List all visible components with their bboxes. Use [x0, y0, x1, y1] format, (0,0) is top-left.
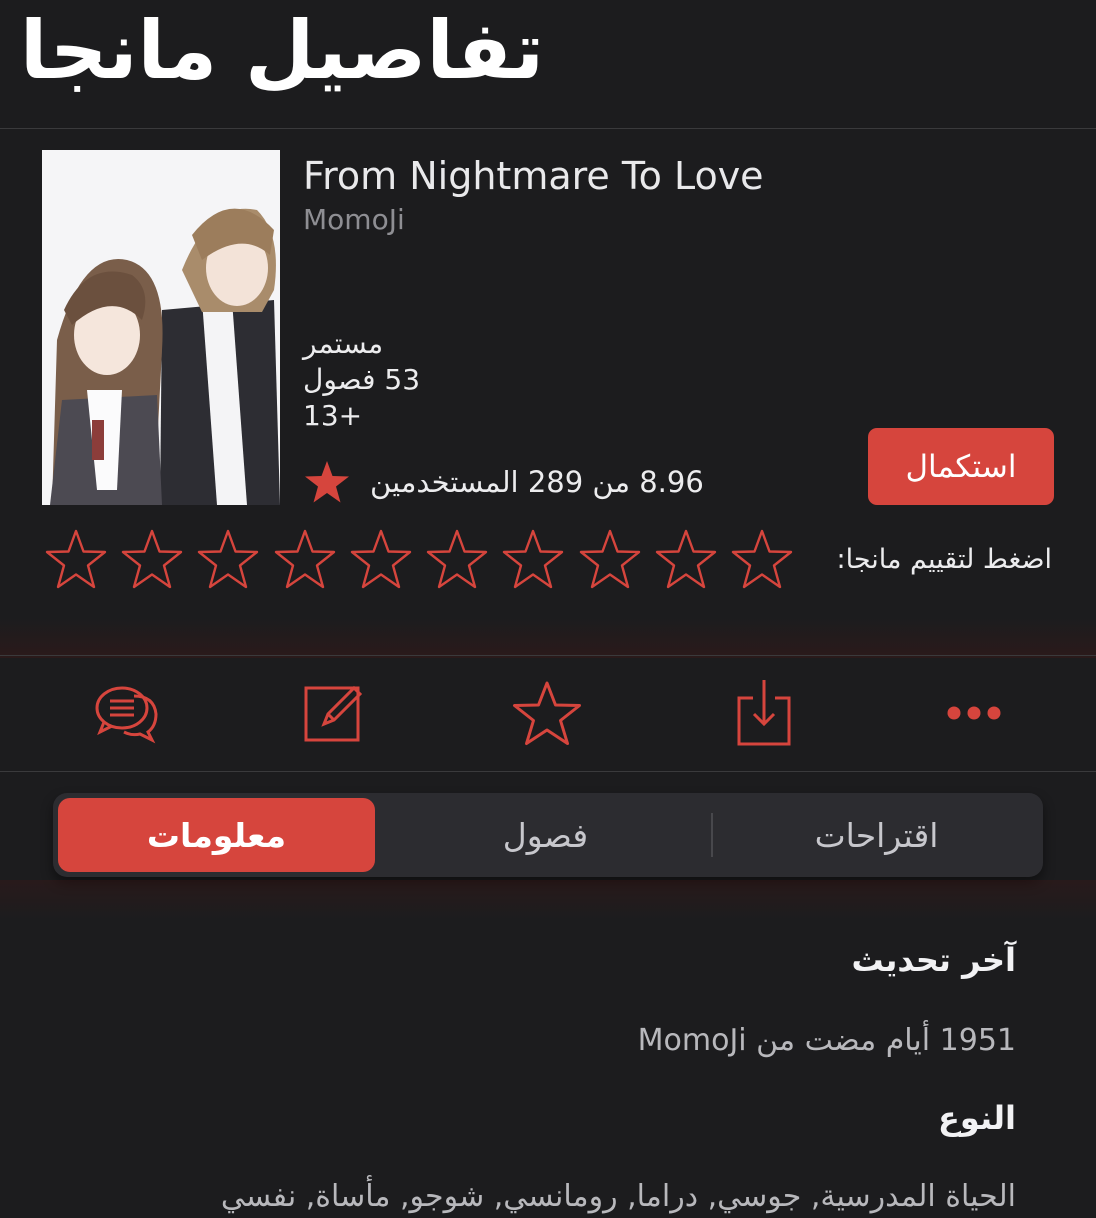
actions-bottom-divider — [0, 771, 1096, 772]
rate-star-icon[interactable] — [44, 528, 108, 592]
rating-star-icon — [305, 461, 349, 503]
age-rating: 13+ — [303, 399, 363, 432]
tab-suggestions[interactable]: اقتراحات — [715, 798, 1038, 872]
page-title: تفاصيل مانجا — [19, 4, 544, 97]
status-text: مستمر — [303, 327, 384, 360]
rate-star-icon[interactable] — [196, 528, 260, 592]
tab-separator — [711, 813, 713, 857]
chapter-count: 53 فصول — [303, 363, 421, 396]
tab-chapters[interactable]: فصول — [383, 798, 708, 872]
rate-star-icon[interactable] — [349, 528, 413, 592]
last-update-heading: آخر تحديث — [851, 941, 1016, 979]
rate-label: اضغط لتقييم مانجا: — [836, 544, 1053, 575]
last-update-value: 1951 أيام مضت من MomoJi — [637, 1023, 1016, 1058]
manga-title: From Nightmare To Love — [303, 154, 764, 198]
favorite-icon[interactable] — [510, 655, 584, 771]
download-icon[interactable] — [734, 655, 794, 771]
cover-illustration — [42, 150, 280, 505]
genre-heading: النوع — [938, 1099, 1016, 1137]
edit-icon[interactable] — [300, 655, 366, 771]
rate-star-icon[interactable] — [425, 528, 489, 592]
header-divider — [0, 128, 1096, 129]
section-shadow-2 — [0, 880, 1096, 920]
manga-author[interactable]: MomoJi — [303, 201, 405, 239]
cover-image[interactable] — [42, 150, 280, 505]
genre-value: الحياة المدرسية, جوسي, دراما, رومانسي, ش… — [220, 1179, 1016, 1214]
rate-star-icon[interactable] — [578, 528, 642, 592]
more-icon[interactable] — [944, 655, 1004, 771]
comments-icon[interactable] — [92, 655, 162, 771]
rate-star-icon[interactable] — [654, 528, 718, 592]
action-bar — [0, 655, 1096, 771]
tab-info[interactable]: معلومات — [58, 798, 375, 872]
rating-summary: 8.96 من 289 المستخدمين — [370, 465, 704, 499]
rate-stars — [44, 528, 794, 592]
tab-switcher: معلومات فصول اقتراحات — [53, 793, 1043, 877]
continue-button[interactable]: استكمال — [868, 428, 1054, 505]
rate-star-icon[interactable] — [730, 528, 794, 592]
section-shadow — [0, 618, 1096, 658]
rate-star-icon[interactable] — [501, 528, 565, 592]
rate-star-icon[interactable] — [120, 528, 184, 592]
rate-star-icon[interactable] — [273, 528, 337, 592]
